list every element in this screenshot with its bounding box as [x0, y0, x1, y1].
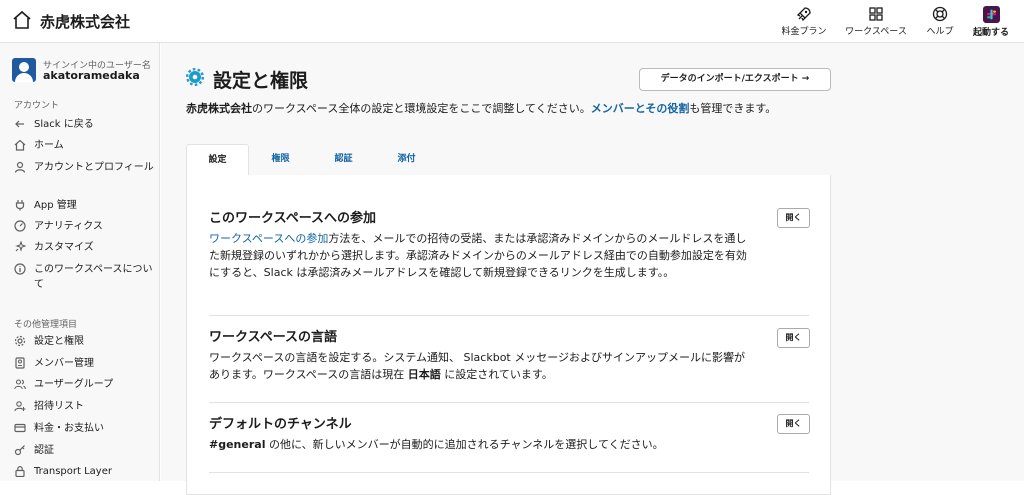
- sidebar-item-label: アカウントとプロフィール: [34, 162, 154, 173]
- sidebar-item-customize[interactable]: カスタマイズ: [14, 240, 154, 255]
- home-icon: [14, 139, 26, 151]
- sidebar-item-account-profile[interactable]: アカウントとプロフィール: [14, 160, 154, 175]
- help-ring-icon: [932, 6, 948, 22]
- sidebar-item-member-management[interactable]: メンバー管理: [14, 356, 154, 371]
- credit-card-icon: [14, 423, 26, 433]
- sidebar-item-label: メンバー管理: [34, 358, 94, 369]
- sidebar-item-tls[interactable]: Transport Layer Security: [14, 464, 154, 481]
- launch-button[interactable]: 起動する: [970, 6, 1012, 40]
- open-join-button[interactable]: 開く: [777, 208, 810, 228]
- tab-permissions[interactable]: 権限: [249, 144, 312, 176]
- section-title-account: アカウント: [14, 101, 60, 111]
- general-channel: #general: [209, 438, 266, 451]
- home-icon[interactable]: [12, 10, 32, 30]
- main-content: 設定と権限 データのインポート/エクスポート → 赤虎株式会社のワークスペース全…: [161, 43, 1024, 495]
- page-description: 赤虎株式会社のワークスペース全体の設定と環境設定をここで調整してください。メンバ…: [186, 101, 826, 117]
- description-text: のワークスペース全体の設定と環境設定をここで調整してください。: [252, 102, 591, 115]
- section-title-other: その他管理項目: [14, 320, 78, 330]
- gauge-icon: [14, 220, 26, 232]
- sparkle-icon: [15, 241, 26, 252]
- divider: [209, 315, 809, 316]
- tab-authentication[interactable]: 認証: [312, 144, 375, 176]
- launch-label: 起動する: [972, 28, 1009, 38]
- gear-icon: [186, 68, 204, 86]
- gear-icon: [14, 335, 26, 347]
- sidebar-item-back-to-slack[interactable]: Slack に戻る: [14, 117, 154, 132]
- info-icon: [14, 263, 26, 275]
- sidebar-item-label: ユーザーグループ: [34, 379, 114, 390]
- workspace-name[interactable]: 赤虎株式会社: [40, 11, 130, 32]
- help-button[interactable]: ヘルプ: [920, 6, 960, 40]
- sidebar-item-settings-permissions[interactable]: 設定と権限: [14, 334, 154, 349]
- current-language: 日本語: [407, 368, 441, 381]
- lock-icon: [15, 466, 25, 477]
- sidebar-item-authentication[interactable]: 認証: [14, 443, 154, 458]
- sidebar-item-label: 認証: [34, 445, 54, 456]
- plug-icon: [15, 200, 25, 211]
- tab-settings[interactable]: 設定: [186, 144, 249, 176]
- join-workspace-link[interactable]: ワークスペースへの参加: [209, 232, 328, 245]
- avatar: [12, 58, 36, 82]
- top-bar: 赤虎株式会社 料金プラン ワークスペース ヘルプ 起動する: [0, 0, 1024, 43]
- sidebar-item-home[interactable]: ホーム: [14, 138, 154, 153]
- sidebar-item-label: このワークスペースについて: [34, 264, 153, 290]
- page-title: 設定と権限: [186, 66, 308, 93]
- divider: [209, 402, 809, 403]
- sidebar-item-label: ホーム: [34, 140, 64, 151]
- description-text-end: も管理できます。: [689, 102, 777, 115]
- rocket-icon: [796, 7, 811, 22]
- open-language-button[interactable]: 開く: [777, 328, 810, 348]
- sidebar-item-about-workspace[interactable]: このワークスペースについて: [14, 262, 154, 292]
- users-icon: [14, 379, 26, 390]
- section-body: ワークスペースへの参加方法を、メールでの招待の受諾、または承認済みドメインからの…: [209, 230, 754, 281]
- sidebar-item-label: App 管理: [34, 200, 77, 211]
- person-icon: [14, 161, 26, 173]
- workspace-button[interactable]: ワークスペース: [842, 6, 910, 40]
- sidebar-item-label: アナリティクス: [34, 221, 103, 232]
- sidebar-item-label: Transport Layer Security: [34, 466, 112, 477]
- sidebar-item-label: 招待リスト: [34, 401, 84, 412]
- description-workspace-name: 赤虎株式会社: [186, 102, 252, 115]
- settings-panel: このワークスペースへの参加 ワークスペースへの参加方法を、メールでの招待の受諾、…: [186, 175, 831, 495]
- section-body: #general の他に、新しいメンバーが自動的に追加されるチャンネルを選択して…: [209, 436, 754, 453]
- key-icon: [14, 445, 25, 456]
- open-channels-button[interactable]: 開く: [777, 414, 810, 434]
- import-export-button[interactable]: データのインポート/エクスポート →: [639, 68, 831, 91]
- divider: [209, 472, 809, 473]
- add-person-icon: [14, 401, 26, 412]
- section-join-workspace: このワークスペースへの参加 ワークスペースへの参加方法を、メールでの招待の受諾、…: [209, 207, 809, 281]
- grid-icon: [869, 7, 883, 21]
- sidebar-item-label: Slack に戻る: [34, 119, 94, 130]
- page-title-text: 設定と権限: [213, 70, 309, 92]
- section-title: このワークスペースへの参加: [209, 211, 377, 226]
- section-default-channels: デフォルトのチャンネル #general の他に、新しいメンバーが自動的に追加さ…: [209, 413, 809, 453]
- section-body-text-end: に設定されています。: [440, 368, 553, 381]
- sidebar-item-label: カスタマイズ: [34, 242, 94, 253]
- workspace-label: ワークスペース: [845, 27, 907, 37]
- slack-logo-icon: [982, 6, 1000, 23]
- back-arrow-icon: [15, 120, 24, 128]
- sidebar-item-invite-list[interactable]: 招待リスト: [14, 399, 154, 414]
- section-body-text: の他に、新しいメンバーが自動的に追加されるチャンネルを選択してください。: [265, 438, 664, 451]
- members-roles-link[interactable]: メンバーとその役割: [591, 102, 690, 115]
- pricing-label: 料金プラン: [781, 27, 827, 37]
- sidebar-item-analytics[interactable]: アナリティクス: [14, 219, 154, 234]
- sidebar-item-app-management[interactable]: App 管理: [14, 198, 154, 213]
- pricing-button[interactable]: 料金プラン: [780, 6, 828, 40]
- section-title: デフォルトのチャンネル: [209, 417, 352, 432]
- tab-attachments[interactable]: 添付: [375, 144, 438, 176]
- sidebar-item-billing[interactable]: 料金・お支払い: [14, 421, 154, 436]
- help-label: ヘルプ: [926, 27, 954, 37]
- sidebar-item-user-groups[interactable]: ユーザーグループ: [14, 377, 154, 392]
- username: akatoramedaka: [43, 69, 140, 82]
- section-body: ワークスペースの言語を設定する。システム通知、 Slackbot メッセージおよ…: [209, 349, 754, 383]
- section-title: ワークスペースの言語: [209, 330, 338, 345]
- sidebar: サインイン中のユーザー名 akatoramedaka アカウント Slack に…: [0, 43, 160, 481]
- sidebar-item-label: 設定と権限: [34, 336, 84, 347]
- member-card-icon: [15, 357, 25, 369]
- sidebar-item-label: 料金・お支払い: [34, 423, 104, 434]
- section-workspace-language: ワークスペースの言語 ワークスペースの言語を設定する。システム通知、 Slack…: [209, 326, 809, 383]
